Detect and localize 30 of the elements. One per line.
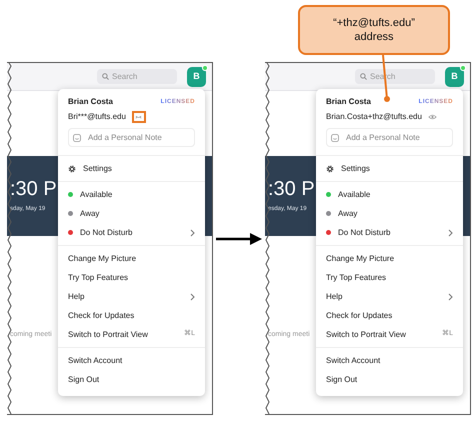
user-name: Brian Costa: [326, 96, 371, 108]
menu-item[interactable]: Try Top Features: [58, 268, 205, 287]
menu-item[interactable]: Help: [58, 287, 205, 306]
menu-item[interactable]: Change My Picture: [58, 249, 205, 268]
menu-item[interactable]: Try Top Features: [316, 268, 463, 287]
menu-item[interactable]: Do Not Disturb: [316, 223, 463, 242]
email-text: Brian.Costa+thz@tufts.edu: [326, 111, 422, 123]
clock-text: :30 P: [10, 178, 57, 198]
search-field[interactable]: Search: [97, 69, 177, 84]
menu-item[interactable]: Available: [58, 185, 205, 204]
menu-item[interactable]: Check for Updates: [316, 306, 463, 325]
email-text: Bri***@tufts.edu: [68, 111, 126, 123]
menu-item[interactable]: Available: [316, 185, 463, 204]
personal-note-field[interactable]: Add a Personal Note: [68, 128, 195, 147]
clock-text: :30 P: [268, 178, 315, 198]
menu-item[interactable]: Check for Updates: [58, 306, 205, 325]
menu-item[interactable]: Away: [316, 204, 463, 223]
menu-item[interactable]: Settings: [58, 159, 205, 178]
menu-item[interactable]: Switch Account: [58, 351, 205, 370]
menu-item[interactable]: Sign Out: [316, 370, 463, 389]
menu-item[interactable]: Away: [58, 204, 205, 223]
personal-note-field[interactable]: Add a Personal Note: [326, 128, 453, 147]
menu-item[interactable]: Change My Picture: [316, 249, 463, 268]
menu-item[interactable]: Settings: [316, 159, 463, 178]
callout: “+thz@tufts.edu” address: [298, 5, 450, 55]
menu-item[interactable]: Switch Account: [316, 351, 463, 370]
user-name: Brian Costa: [68, 96, 113, 108]
menu-item[interactable]: Help: [316, 287, 463, 306]
menu-item[interactable]: Sign Out: [58, 370, 205, 389]
menu-item[interactable]: Do Not Disturb: [58, 223, 205, 242]
